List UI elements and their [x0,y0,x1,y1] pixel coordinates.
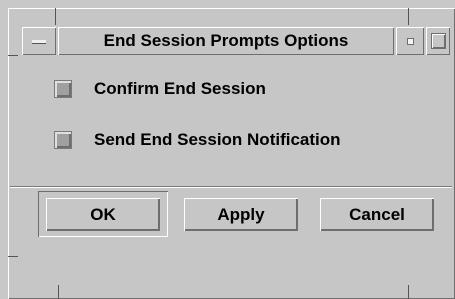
window-title[interactable]: End Session Prompts Options [58,27,394,55]
resize-corner-bottom-left[interactable] [58,285,59,299]
confirm-end-session-checkbox[interactable] [54,80,72,98]
maximize-button[interactable] [426,27,450,55]
minimize-button[interactable] [396,27,424,55]
apply-button[interactable]: Apply [184,198,298,231]
ok-button[interactable]: OK [46,198,160,231]
title-bar[interactable]: End Session Prompts Options [20,25,452,57]
send-notification-checkbox[interactable] [54,131,72,149]
send-notification-label: Send End Session Notification [94,130,341,149]
confirm-end-session-label: Confirm End Session [94,79,266,98]
send-notification-option[interactable]: Send End Session Notification [54,130,341,150]
window-menu-icon [32,40,46,44]
confirm-end-session-option[interactable]: Confirm End Session [54,79,266,99]
window-menu-button[interactable] [22,27,56,55]
cancel-button[interactable]: Cancel [320,198,434,231]
resize-edge-left-bottom[interactable] [8,256,18,257]
separator [10,186,452,188]
resize-edge-left-top[interactable] [8,55,18,56]
minimize-icon [407,38,414,45]
resize-corner-bottom-right[interactable] [408,285,409,299]
maximize-icon [431,33,446,49]
